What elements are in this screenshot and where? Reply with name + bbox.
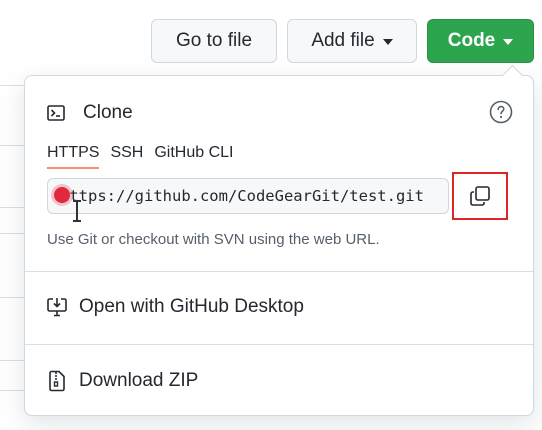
caret-down-icon bbox=[503, 39, 514, 45]
divider bbox=[25, 271, 533, 272]
question-icon[interactable] bbox=[489, 100, 513, 124]
clone-protocol-tabs: HTTPS SSH GitHub CLI bbox=[47, 144, 245, 169]
add-file-label: Add file bbox=[311, 30, 375, 51]
copy-icon bbox=[470, 186, 490, 206]
terminal-icon bbox=[47, 105, 65, 121]
clone-url-input[interactable]: https://github.com/CodeGearGit/test.git bbox=[47, 178, 449, 214]
code-dropdown-panel: Clone HTTPS SSH GitHub CLI https://githu… bbox=[24, 64, 534, 416]
clone-url-text: https://github.com/CodeGearGit/test.git bbox=[60, 187, 424, 205]
clone-hint-text: Use Git or checkout with SVN using the w… bbox=[47, 231, 380, 248]
open-with-desktop-label: Open with GitHub Desktop bbox=[79, 296, 304, 317]
divider bbox=[25, 344, 533, 345]
panel-pointer bbox=[501, 64, 524, 87]
text-cursor-icon bbox=[73, 200, 81, 222]
caret-down-icon bbox=[382, 39, 393, 45]
code-button[interactable]: Code bbox=[427, 19, 534, 63]
add-file-button[interactable]: Add file bbox=[287, 19, 417, 63]
download-zip-label: Download ZIP bbox=[79, 370, 199, 391]
copy-url-button[interactable] bbox=[452, 172, 508, 220]
code-label: Code bbox=[447, 30, 496, 51]
file-zip-icon bbox=[49, 370, 65, 392]
tab-ssh[interactable]: SSH bbox=[110, 144, 143, 169]
clone-title: Clone bbox=[83, 102, 133, 123]
tab-https[interactable]: HTTPS bbox=[47, 144, 100, 169]
tab-github-cli[interactable]: GitHub CLI bbox=[154, 144, 233, 169]
download-zip-item[interactable]: Download ZIP bbox=[47, 370, 198, 392]
open-with-desktop-item[interactable]: Open with GitHub Desktop bbox=[47, 296, 304, 318]
go-to-file-button[interactable]: Go to file bbox=[151, 19, 277, 63]
click-indicator bbox=[54, 187, 70, 203]
desktop-download-icon bbox=[47, 298, 67, 317]
clone-header: Clone bbox=[47, 102, 133, 124]
go-to-file-label: Go to file bbox=[175, 30, 253, 51]
